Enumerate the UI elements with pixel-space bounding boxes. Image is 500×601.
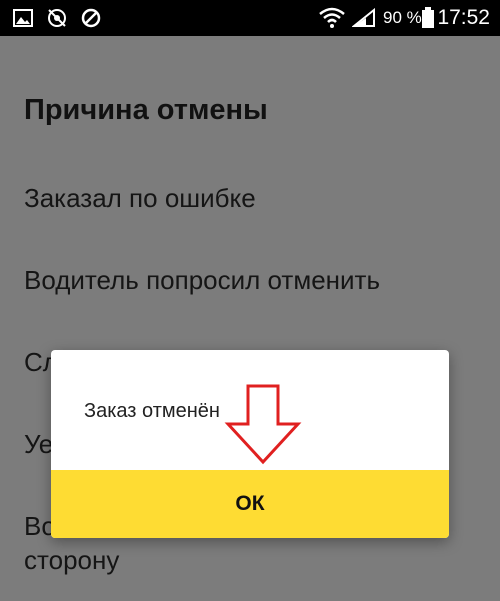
reason-item-4[interactable]: Уе	[24, 427, 53, 461]
battery-icon	[421, 7, 435, 34]
reason-item-ordered-by-mistake[interactable]: Заказал по ошибке	[24, 181, 256, 215]
reason-item-5-second-line: сторону	[24, 545, 120, 575]
down-arrow-annotation-icon	[224, 384, 304, 471]
page-title: Причина отмены	[24, 94, 268, 126]
dialog-message: Заказ отменён	[84, 400, 220, 422]
ok-button[interactable]: ОК	[51, 470, 449, 538]
status-bar: 90 % 17:52	[0, 0, 500, 36]
cellular-signal-icon	[351, 7, 376, 33]
blocked-icon	[80, 7, 102, 34]
no-location-icon	[46, 7, 68, 34]
reason-item-driver-asked[interactable]: Водитель попросил отменить	[24, 263, 380, 297]
clock: 17:52	[437, 6, 490, 29]
wifi-icon	[318, 6, 346, 35]
battery-percent: 90 %	[383, 8, 422, 27]
image-icon	[12, 7, 34, 34]
